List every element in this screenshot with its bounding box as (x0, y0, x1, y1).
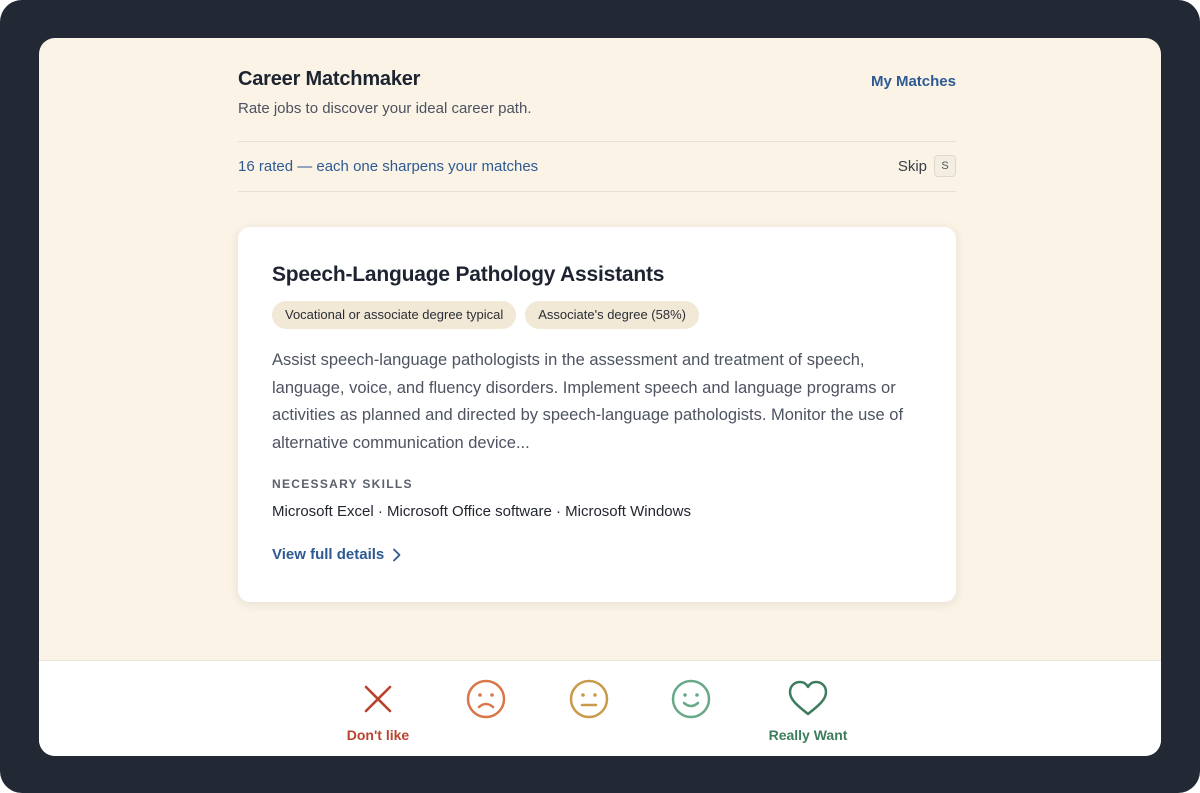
rate-dont-like-label: Don't like (346, 727, 410, 743)
rate-really-want-label: Really Want (768, 727, 848, 743)
degree-tag: Associate's degree (58%) (525, 301, 699, 329)
rating-bar: Don't like Really Want (39, 660, 1161, 756)
device-frame: Career Matchmaker Rate jobs to discover … (0, 0, 1200, 793)
app-screen: Career Matchmaker Rate jobs to discover … (39, 38, 1161, 756)
rate-dislike-button[interactable] (436, 677, 536, 749)
job-title: Speech-Language Pathology Assistants (272, 263, 665, 286)
skip-shortcut-key: S (934, 155, 956, 177)
rate-really-want-button[interactable]: Really Want (758, 677, 858, 749)
skills-heading: NECESSARY SKILLS (272, 477, 413, 491)
skills-list: Microsoft Excel · Microsoft Office softw… (272, 503, 691, 520)
view-details-link[interactable]: View full details (272, 546, 402, 563)
page-subtitle: Rate jobs to discover your ideal career … (238, 100, 532, 117)
rate-neutral-button[interactable] (539, 677, 639, 749)
frown-face-icon (466, 679, 506, 719)
job-card: Speech-Language Pathology Assistants Voc… (238, 227, 956, 602)
view-details-label: View full details (272, 546, 385, 563)
skip-label: Skip (897, 157, 927, 175)
skip-button[interactable]: Skip S (898, 155, 956, 177)
job-tags: Vocational or associate degree typical A… (272, 301, 699, 329)
smile-face-icon (671, 679, 711, 719)
education-tag: Vocational or associate degree typical (272, 301, 517, 329)
progress-bar: 16 rated — each one sharpens your matche… (238, 141, 956, 192)
rate-dont-like-button[interactable]: Don't like (328, 677, 428, 749)
x-icon (364, 685, 392, 713)
rated-count-text: 16 rated — each one sharpens your matche… (238, 158, 539, 175)
rate-like-button[interactable] (641, 677, 741, 749)
job-description: Assist speech-language pathologists in t… (272, 351, 904, 452)
chevron-right-icon (393, 548, 401, 561)
heart-icon (788, 680, 828, 716)
my-matches-link[interactable]: My Matches (871, 73, 956, 90)
neutral-face-icon (569, 679, 609, 719)
page-title: Career Matchmaker (238, 68, 421, 90)
